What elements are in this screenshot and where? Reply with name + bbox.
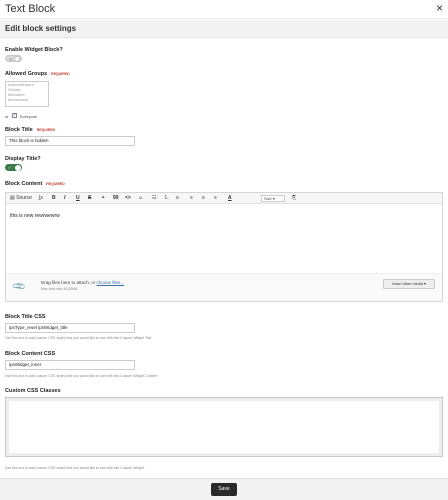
custom-css-label: Custom CSS Classes: [5, 388, 61, 394]
block-title-css-label: Block Title CSS: [5, 314, 46, 320]
toggle-knob: [14, 56, 20, 62]
clear-format-icon[interactable]: I̲x: [39, 195, 43, 202]
special-icon[interactable]: ⎘: [292, 195, 296, 202]
block-title-css-helper: Use this box to add custom CSS styles th…: [5, 336, 152, 340]
chevron-down-icon: ▾: [272, 196, 275, 201]
align-center-icon[interactable]: ≡: [202, 195, 205, 202]
custom-css-textarea[interactable]: [5, 397, 443, 457]
check-icon: ✓: [8, 165, 12, 170]
custom-css-helper: Use this box to add custom CSS styles th…: [5, 466, 146, 470]
bold-icon[interactable]: B: [52, 195, 56, 202]
section-header: Edit block settings: [0, 20, 448, 38]
everyone-checkbox[interactable]: [12, 112, 17, 118]
dialog-footer: Save: [0, 478, 448, 500]
dialog-titlebar: Text Block ×: [0, 0, 448, 19]
align-right-icon[interactable]: ≡: [214, 195, 217, 202]
paperclip-icon: 📎: [11, 278, 27, 294]
block-title-css-input[interactable]: ipsType_reset ipsWidget_title: [5, 323, 135, 333]
attachment-dropzone[interactable]: 📎 Drag files here to attach, or choose f…: [6, 273, 442, 301]
dropzone-text: Drag files here to attach, or choose fil…: [41, 280, 124, 285]
block-title-label: Block Title REQUIRED: [5, 127, 55, 133]
italic-icon[interactable]: I: [64, 195, 65, 202]
link-icon[interactable]: ⚭: [101, 195, 105, 202]
block-title-label-text: Block Title: [5, 127, 33, 133]
dialog-title: Text Block: [5, 3, 56, 15]
font-color-icon[interactable]: A: [228, 195, 232, 202]
align-left-icon[interactable]: ≡: [190, 195, 193, 202]
required-badge: REQUIRED: [51, 71, 70, 76]
block-content-label: Block Content REQUIRED: [5, 181, 65, 187]
code-icon[interactable]: <>: [125, 195, 131, 202]
size-dropdown[interactable]: Size ▾: [261, 195, 285, 202]
allowed-groups-label: Allowed Groups REQUIRED: [5, 71, 70, 77]
toggle-knob: [15, 164, 21, 171]
block-content-css-label: Block Content CSS: [5, 351, 56, 357]
allowed-groups-label-text: Allowed Groups: [5, 71, 48, 77]
numbered-list-icon[interactable]: ⒈: [164, 195, 169, 202]
strikethrough-icon[interactable]: S: [88, 195, 91, 202]
editor-toolbar: ▤ Source I̲x B I U S ⚭ 99 <> ☺ ☷ ⒈ ≡ ≡ ≡…: [6, 193, 442, 204]
allowed-groups-select[interactable]: Administrators Guests Members Moderators: [5, 81, 49, 107]
or-text: or: [5, 114, 9, 119]
group-option[interactable]: Moderators: [6, 97, 48, 102]
close-icon[interactable]: ×: [436, 2, 443, 14]
block-title-input[interactable]: This block is hidden: [5, 136, 135, 146]
enable-widget-label: Enable Widget Block?: [5, 47, 63, 53]
section-title: Edit block settings: [5, 24, 77, 33]
source-button[interactable]: ▤ Source: [10, 195, 32, 202]
choose-files-link[interactable]: choose files...: [97, 280, 125, 285]
block-content-css-input[interactable]: ipsWidget_inner: [5, 360, 135, 370]
quote-icon[interactable]: 99: [113, 195, 119, 202]
save-button[interactable]: Save: [211, 483, 237, 496]
list-icon[interactable]: ≡: [176, 195, 179, 202]
rich-text-editor[interactable]: ▤ Source I̲x B I U S ⚭ 99 <> ☺ ☷ ⒈ ≡ ≡ ≡…: [5, 192, 443, 302]
insert-media-button[interactable]: Insert other media ▾: [383, 279, 435, 289]
everyone-label: Everyone: [20, 114, 37, 119]
display-title-label: Display Title?: [5, 156, 41, 162]
block-content-css-helper: Use this box to add custom CSS styles th…: [5, 374, 158, 378]
emoji-icon[interactable]: ☺: [138, 195, 143, 202]
enable-widget-toggle[interactable]: ✕: [5, 55, 22, 62]
bullet-list-icon[interactable]: ☷: [152, 195, 156, 202]
max-size-text: Max total size 48.83MB: [41, 287, 78, 291]
dropzone-text-main: Drag files here to attach, or: [41, 280, 97, 285]
block-content-label-text: Block Content: [5, 181, 43, 187]
required-badge: REQUIRED: [36, 127, 56, 132]
display-title-toggle[interactable]: ✓: [5, 164, 22, 171]
editor-content[interactable]: this is new rewrwewrw: [10, 213, 60, 219]
x-icon: ✕: [9, 57, 13, 62]
source-label: Source: [16, 195, 32, 201]
underline-icon[interactable]: U: [76, 195, 80, 202]
required-badge: REQUIRED: [46, 181, 65, 186]
size-label: Size: [264, 196, 272, 201]
